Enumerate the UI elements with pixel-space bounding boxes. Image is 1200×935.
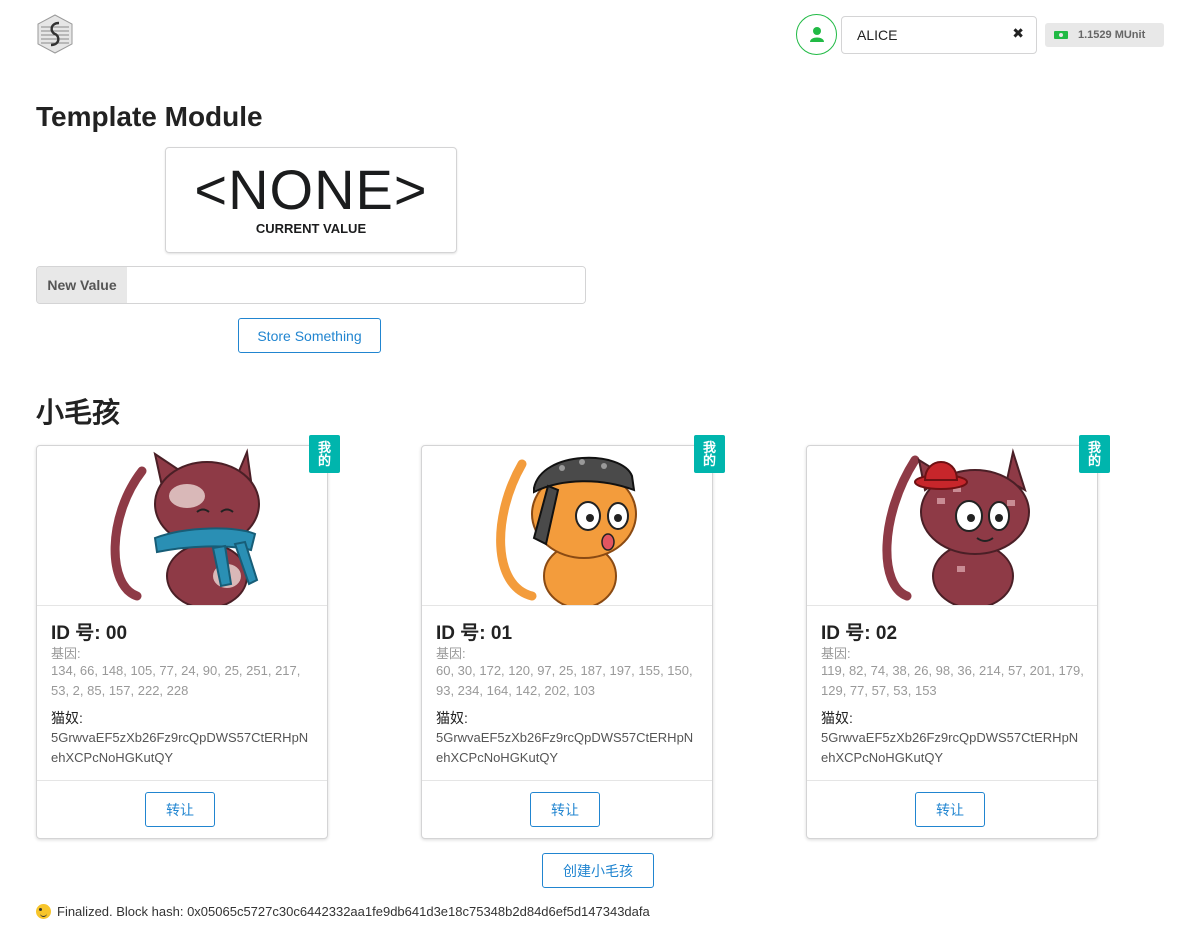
new-value-input[interactable] bbox=[127, 267, 585, 303]
current-value-caption: CURRENT VALUE bbox=[255, 221, 367, 236]
kitty-owner: 5GrwvaEF5zXb26Fz9rcQpDWS57CtERHpNehXCPcN… bbox=[821, 730, 1079, 765]
kitty-image bbox=[807, 446, 1097, 606]
owner-label: 猫奴: bbox=[436, 710, 468, 726]
kitties-title: 小毛孩 bbox=[36, 397, 121, 428]
transaction-status: Finalized. Block hash: 0x05065c5727c30c6… bbox=[36, 904, 650, 919]
transfer-button[interactable]: 转让 bbox=[145, 792, 215, 827]
status-text: Finalized. Block hash: 0x05065c5727c30c6… bbox=[57, 904, 650, 919]
kitty-genes: 119, 82, 74, 38, 26, 98, 36, 214, 57, 20… bbox=[821, 663, 1084, 698]
substrate-logo-icon bbox=[36, 14, 74, 54]
genes-label: 基因: bbox=[436, 646, 466, 661]
kitty-id: ID 号: 01 bbox=[436, 623, 513, 644]
card-footer: 转让 bbox=[37, 780, 327, 838]
owner-label: 猫奴: bbox=[821, 710, 853, 726]
create-kitty-button[interactable]: 创建小毛孩 bbox=[542, 853, 654, 888]
kitty-card: 我的 ID 号: 02 基因: 119, 82, 74, 38, 26, 98,… bbox=[806, 435, 1110, 839]
transfer-button[interactable]: 转让 bbox=[915, 792, 985, 827]
card-footer: 转让 bbox=[807, 780, 1097, 838]
new-value-label: New Value bbox=[37, 267, 127, 303]
genes-label: 基因: bbox=[821, 646, 851, 661]
current-value-card: <NONE> CURRENT VALUE bbox=[165, 147, 457, 253]
account-value: ALICE bbox=[857, 27, 898, 43]
template-module-title: Template Module bbox=[36, 101, 263, 132]
mine-tag: 我的 bbox=[309, 435, 340, 473]
owner-label: 猫奴: bbox=[51, 710, 83, 726]
kitty-card: 我的 ID 号: 00 基因: 134, 66, 148, 105, 77, 2… bbox=[36, 435, 340, 839]
card-footer: 转让 bbox=[422, 780, 712, 838]
balance-value: 1.1529 MUnit bbox=[1078, 29, 1146, 41]
clear-account-icon[interactable]: ✖ bbox=[1012, 25, 1024, 42]
account-selector[interactable]: ALICE ✖ bbox=[841, 16, 1037, 54]
user-icon bbox=[809, 27, 824, 42]
wink-emoji-icon bbox=[36, 904, 51, 919]
mine-tag: 我的 bbox=[694, 435, 725, 473]
kitty-id: ID 号: 02 bbox=[821, 623, 898, 644]
kitty-card: 我的 ID 号: 01 基因: 60, 30, 172, 120, 97, 25… bbox=[421, 435, 725, 839]
store-something-button[interactable]: Store Something bbox=[238, 318, 381, 353]
kitty-owner: 5GrwvaEF5zXb26Fz9rcQpDWS57CtERHpNehXCPcN… bbox=[51, 730, 309, 765]
kitty-image bbox=[422, 446, 712, 606]
kitty-genes: 60, 30, 172, 120, 97, 25, 187, 197, 155,… bbox=[436, 663, 693, 698]
current-value: <NONE> bbox=[194, 158, 428, 221]
balance-badge: 1.1529 MUnit bbox=[1045, 23, 1164, 47]
genes-label: 基因: bbox=[51, 646, 81, 661]
new-value-field: New Value bbox=[36, 266, 586, 304]
kitty-image bbox=[37, 446, 327, 606]
transfer-button[interactable]: 转让 bbox=[530, 792, 600, 827]
kitty-id: ID 号: 00 bbox=[51, 623, 128, 644]
kitty-genes: 134, 66, 148, 105, 77, 24, 90, 25, 251, … bbox=[51, 663, 301, 698]
mine-tag: 我的 bbox=[1079, 435, 1110, 473]
kitty-owner: 5GrwvaEF5zXb26Fz9rcQpDWS57CtERHpNehXCPcN… bbox=[436, 730, 694, 765]
money-icon bbox=[1054, 31, 1068, 39]
user-avatar-button[interactable] bbox=[796, 14, 837, 55]
